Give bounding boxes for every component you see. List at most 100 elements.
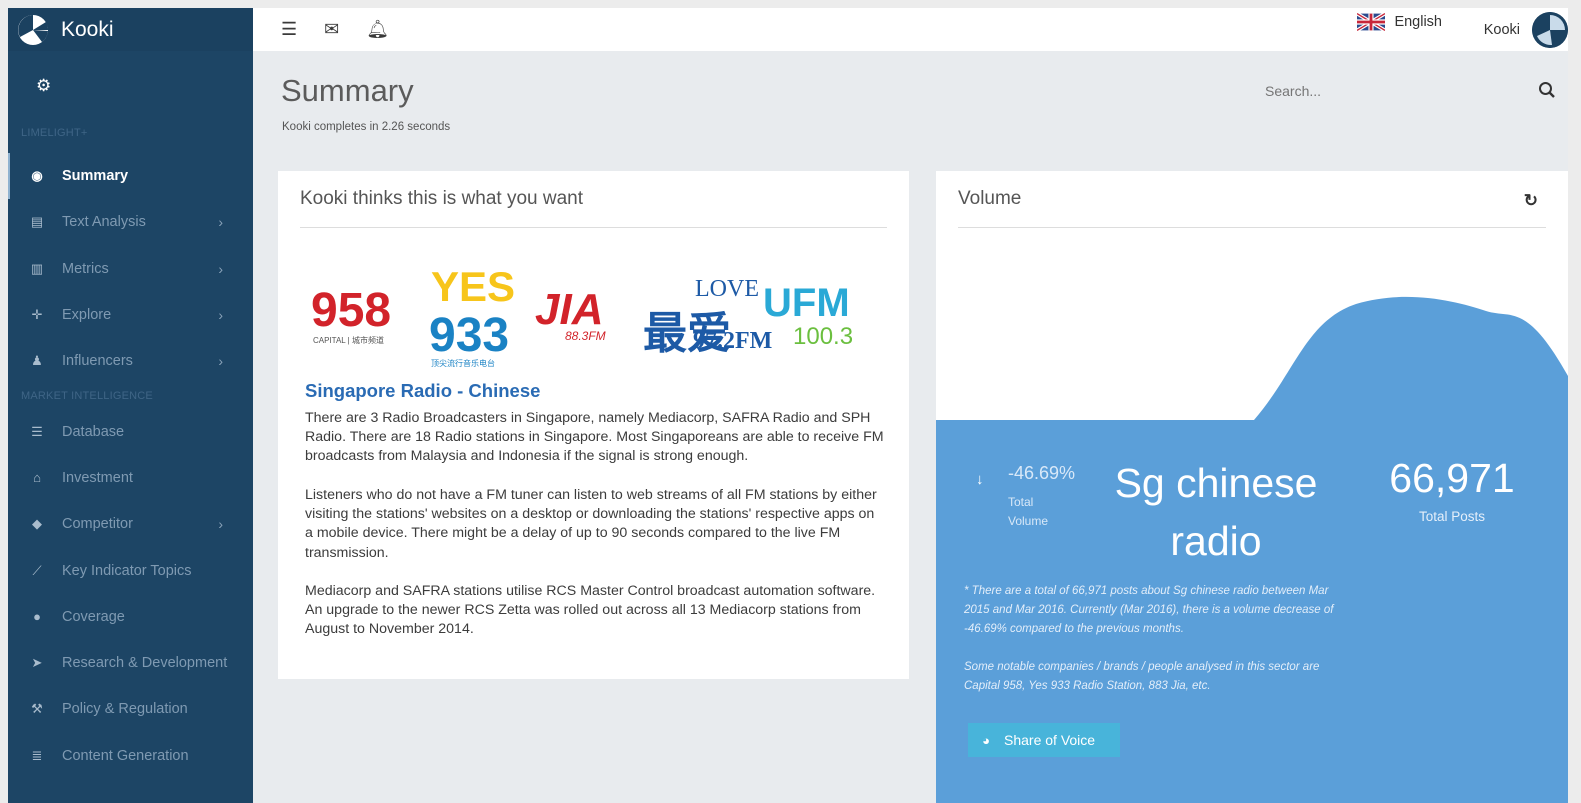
users-icon: ♟ xyxy=(31,353,43,369)
paragraph-1: There are 3 Radio Broadcasters in Singap… xyxy=(305,410,884,465)
topic-name: Sg chinese radio xyxy=(1114,460,1318,564)
chevron-right-icon: › xyxy=(218,516,223,533)
sidebar-item-research-development[interactable]: ➤ Research & Development xyxy=(8,640,253,686)
sidebar-item-key-indicator-topics[interactable]: ⟋ Key Indicator Topics xyxy=(8,547,253,593)
chevron-right-icon: › xyxy=(218,260,223,277)
sidebar-item-database[interactable]: ☰ Database xyxy=(8,408,253,454)
globe-icon: ● xyxy=(33,609,41,625)
settings-row[interactable]: ⚙ xyxy=(8,51,253,121)
section-title-market-intelligence: MARKET INTELLIGENCE xyxy=(21,390,153,403)
search-icon[interactable] xyxy=(1538,81,1556,99)
sidebar-item-label: Database xyxy=(62,423,125,440)
pie-chart-icon: ◕ xyxy=(982,732,990,748)
uk-flag-icon xyxy=(1357,13,1386,31)
list-icon: ≣ xyxy=(31,747,43,763)
gavel-icon: ⚒ xyxy=(31,701,43,717)
brand-name: Kooki xyxy=(61,17,114,41)
logo-958-sub: CAPITAL | 城市频道 xyxy=(313,335,384,345)
chevron-right-icon: › xyxy=(218,214,223,231)
button-label: Share of Voice xyxy=(1004,732,1096,748)
sidebar-item-label: Investment xyxy=(62,469,133,486)
language-label: English xyxy=(1394,14,1442,30)
logo-958-text: 958 xyxy=(311,284,391,337)
sidebar-item-explore[interactable]: ✛ Explore › xyxy=(8,292,253,338)
chevron-right-icon: › xyxy=(218,353,223,370)
volume-change-label-line2: Volume xyxy=(1008,514,1049,528)
brand[interactable]: Kooki xyxy=(8,8,253,51)
volume-change-value: -46.69% xyxy=(1008,463,1076,483)
bell-icon[interactable]: 🔔︎ xyxy=(366,19,389,40)
sidebar-item-metrics[interactable]: ▥ Metrics › xyxy=(8,246,253,292)
bar-chart-icon: ▥ xyxy=(30,260,44,276)
dashboard-icon: ◉ xyxy=(31,168,43,184)
avatar xyxy=(1532,11,1568,48)
sidebar-item-coverage[interactable]: ● Coverage xyxy=(8,594,253,640)
total-posts-label: Total Posts xyxy=(1418,509,1486,524)
sidebar-item-label: Policy & Regulation xyxy=(62,701,188,718)
sidebar-item-label: Coverage xyxy=(62,608,125,625)
logo-933-sub: 顶尖流行音乐电台 xyxy=(431,358,495,368)
sidebar-item-label: Content Generation xyxy=(62,747,189,764)
sidebar-item-content-generation[interactable]: ≣ Content Generation xyxy=(8,733,253,779)
volume-stats-panel: ↓ -46.69% Total Volume Sg chinese radio … xyxy=(936,421,1568,803)
sidebar-item-policy-regulation[interactable]: ⚒ Policy & Regulation xyxy=(8,686,253,732)
logo-love-text: LOVE xyxy=(695,276,759,302)
logo-933-text: 933 xyxy=(429,309,509,362)
brands-note: Some notable companies / brands / people… xyxy=(964,661,1320,692)
user-name: Kooki xyxy=(1483,21,1520,38)
volume-change-label: Total Volume xyxy=(1008,493,1048,531)
logo-yes-text: YES xyxy=(431,263,515,310)
sidebar-item-label: Key Indicator Topics xyxy=(62,562,192,579)
section-title-limelight: LIMELIGHT+ xyxy=(21,127,88,139)
paragraph-3: Mediacorp and SAFRA stations utilise RCS… xyxy=(305,583,876,638)
sidebar-item-text-analysis[interactable]: ▤ Text Analysis › xyxy=(8,199,253,245)
sidebar-item-label: Research & Development xyxy=(62,655,228,672)
sidebar-item-investment[interactable]: ⌂ Investment xyxy=(8,455,253,501)
total-posts-value: 66,971 xyxy=(1389,455,1515,501)
menu-icon[interactable]: ☰ xyxy=(281,19,297,40)
tags-icon: ◆ xyxy=(32,516,42,532)
sidebar-item-influencers[interactable]: ♟ Influencers › xyxy=(8,338,253,384)
sidebar-item-label: Text Analysis xyxy=(62,214,146,231)
sidebar: Kooki ⚙ LIMELIGHT+ ◉ Summary ▤ Text Anal… xyxy=(8,8,253,803)
sidebar-item-label: Competitor xyxy=(62,516,133,533)
main-content: Summary Kooki completes in 2.26 seconds … xyxy=(253,51,1568,803)
arrow-down-icon: ↓ xyxy=(976,471,984,488)
sidebar-item-label: Explore xyxy=(62,307,112,324)
page-subtitle: Kooki completes in 2.26 seconds xyxy=(282,121,451,133)
user-menu[interactable]: Kooki xyxy=(1484,8,1568,51)
share-of-voice-button[interactable]: ◕ Share of Voice xyxy=(968,723,1120,757)
volume-change-label-line1: Total xyxy=(1008,495,1034,509)
logo-ufm-text: UFM xyxy=(763,281,850,325)
topic-heading[interactable]: Singapore Radio - Chinese xyxy=(305,380,540,402)
top-bar: ☰ ✉ 🔔︎ English Kooki xyxy=(253,8,1568,51)
sidebar-item-label: Metrics xyxy=(62,260,109,277)
database-icon: ☰ xyxy=(31,423,43,439)
language-selector[interactable]: English xyxy=(1357,13,1442,31)
logo-love-freq: 97.2FM xyxy=(693,328,772,354)
document-icon: ▤ xyxy=(30,214,44,230)
volume-card: Volume ↻ ↓ -46.69% Total Volume Sg chine… xyxy=(936,171,1568,803)
sidebar-item-label: Summary xyxy=(62,168,129,185)
card-title: Kooki thinks this is what you want xyxy=(300,188,584,209)
logo-jia-text: JIA xyxy=(535,285,603,334)
divider xyxy=(300,227,887,228)
volume-note: * There are a total of 66,971 posts abou… xyxy=(964,585,1334,635)
crosshair-icon: ✛ xyxy=(31,307,43,323)
page-title: Summary xyxy=(281,73,414,108)
sidebar-item-label: Influencers xyxy=(62,353,133,370)
search-input[interactable] xyxy=(1265,80,1545,102)
summary-card: Kooki thinks this is what you want 958 C… xyxy=(278,171,909,679)
line-chart-icon: ⟋ xyxy=(32,562,42,578)
logo-jia-sub: 88.3FM xyxy=(565,329,606,343)
chevron-right-icon: › xyxy=(218,307,223,324)
bank-icon: ⌂ xyxy=(33,470,41,486)
logo-ufm-freq: 100.3 xyxy=(793,323,853,350)
pie-logo-icon xyxy=(18,14,49,45)
sidebar-item-competitor[interactable]: ◆ Competitor › xyxy=(8,501,253,547)
sidebar-item-summary[interactable]: ◉ Summary xyxy=(8,153,253,200)
rocket-icon: ➤ xyxy=(31,655,43,671)
gears-icon[interactable]: ⚙ xyxy=(36,76,51,96)
radio-logos-image: 958 CAPITAL | 城市频道 YES 933 顶尖流行音乐电台 JIA … xyxy=(311,263,853,368)
envelope-icon[interactable]: ✉ xyxy=(324,19,339,40)
